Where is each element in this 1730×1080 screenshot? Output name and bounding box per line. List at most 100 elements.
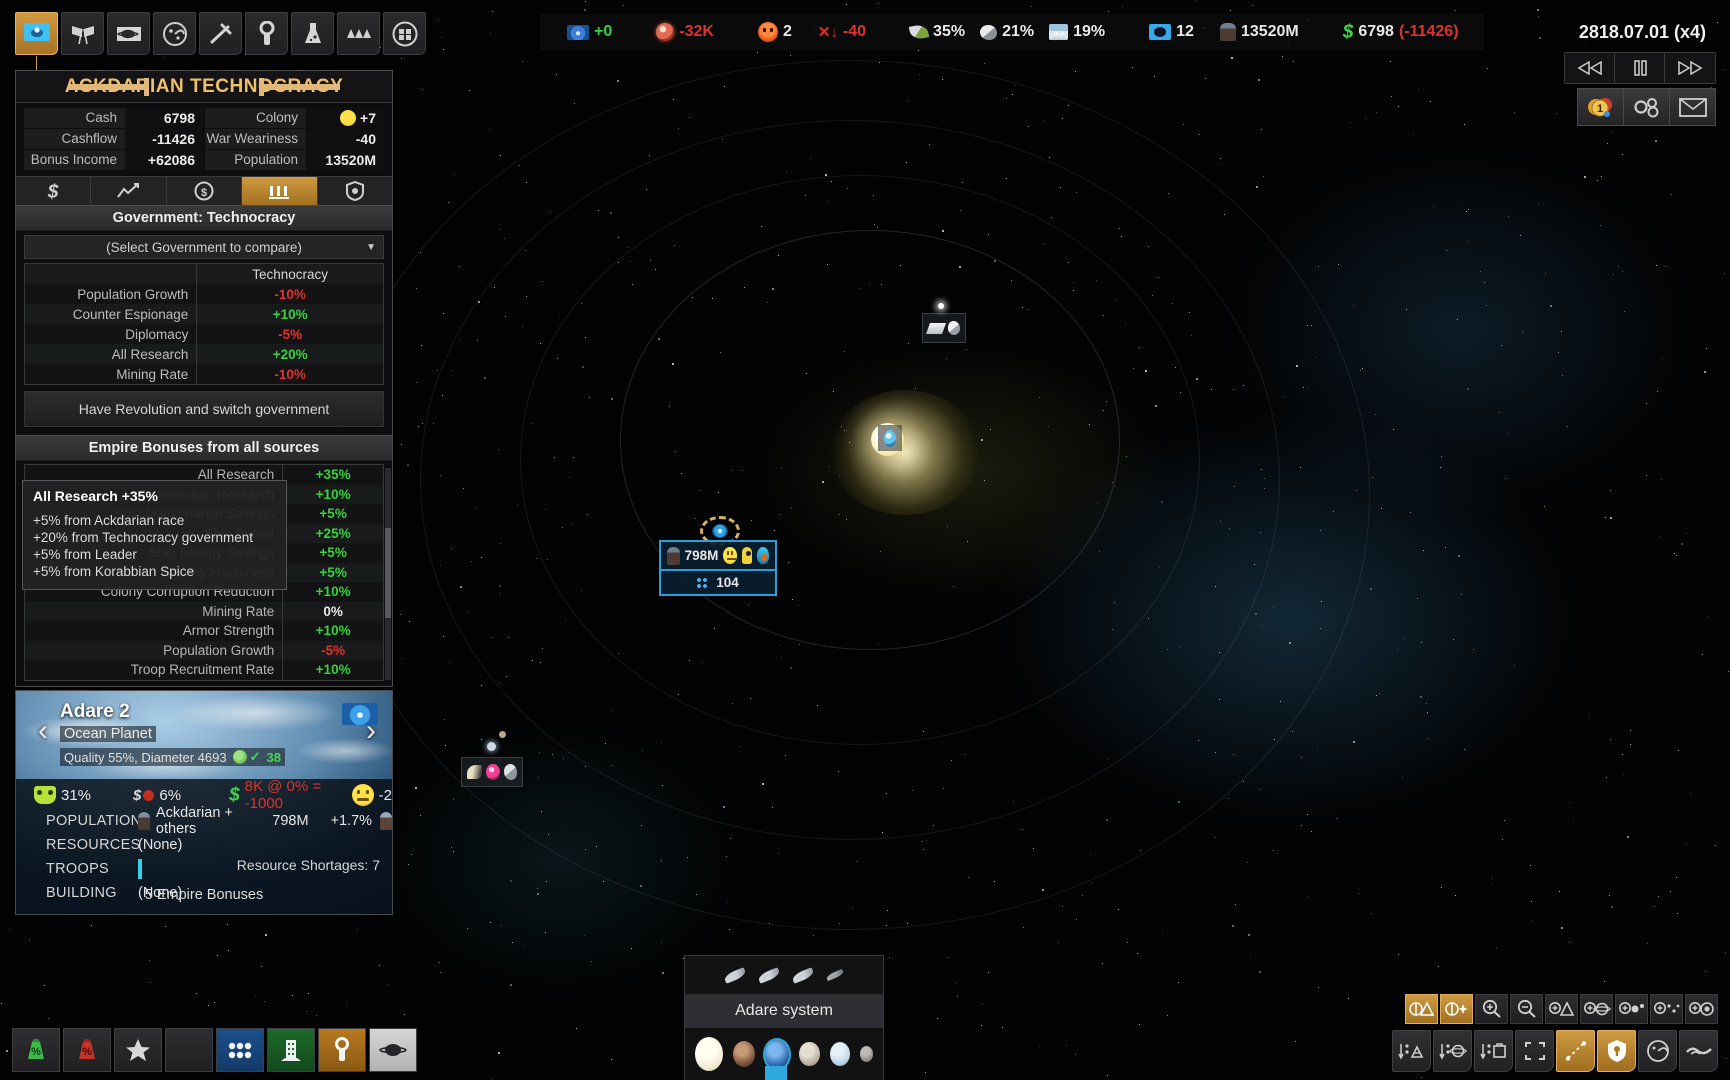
table-row: Population Growth -10% <box>25 284 383 304</box>
system-planet[interactable] <box>829 1042 850 1066</box>
select-frame-icon[interactable] <box>1515 1030 1554 1072</box>
sad-face-icon <box>351 784 374 806</box>
status-resource-luxury[interactable]: 19% <box>1047 23 1118 41</box>
status-colony-growth[interactable]: +0 <box>554 23 625 41</box>
star-favorites-icon[interactable] <box>114 1028 162 1072</box>
zoom-out-icon[interactable] <box>1510 994 1543 1024</box>
system-planet[interactable] <box>799 1042 820 1066</box>
table-row[interactable]: Troop Recruitment Rate +10% <box>25 660 383 680</box>
design-icon[interactable] <box>383 12 426 55</box>
pause-button[interactable] <box>1615 53 1665 83</box>
goto-cargo-icon[interactable] <box>1474 1030 1513 1072</box>
ship-small-icon[interactable] <box>825 968 845 982</box>
status-resource-rock[interactable]: 21% <box>978 23 1047 41</box>
status-population[interactable]: 13520M <box>1207 23 1312 41</box>
system-planet-selected[interactable] <box>763 1037 792 1071</box>
stat-bonus-income-label: Bonus Income <box>24 149 125 170</box>
stat-population-label: Population <box>205 149 306 170</box>
bonuses-scrollbar-thumb[interactable] <box>385 528 391 618</box>
population-dots-icon[interactable] <box>216 1028 264 1072</box>
table-row[interactable]: Mining Rate 0% <box>25 601 383 621</box>
zoom-system-icon[interactable] <box>1615 994 1648 1024</box>
slow-down-button[interactable] <box>1565 53 1615 83</box>
show-effects-icon[interactable] <box>1440 994 1473 1024</box>
tab-economy[interactable]: $ <box>16 177 92 205</box>
research-notification-icon[interactable]: 1 <box>1577 88 1624 126</box>
map-object-cluster[interactable] <box>461 757 523 787</box>
system-planet[interactable] <box>733 1041 756 1067</box>
ship-icon[interactable] <box>723 966 747 984</box>
goto-colony-icon[interactable] <box>1392 1030 1431 1072</box>
planet-thumbnail-badge[interactable] <box>342 703 378 725</box>
colony-growth-value: +0 <box>594 23 613 40</box>
rocky-planet-icon <box>503 764 517 780</box>
zoom-sector-icon[interactable] <box>1650 994 1683 1024</box>
radar-icon[interactable] <box>1638 1030 1677 1072</box>
status-colony-problems[interactable]: -32K <box>643 23 727 41</box>
expense-bag-icon[interactable]: % <box>63 1028 111 1072</box>
planet-view-icon[interactable] <box>369 1028 417 1072</box>
tooltip-line: +20% from Technocracy government <box>33 530 253 545</box>
map-object-gas-giant[interactable] <box>878 425 902 451</box>
messages-envelope-icon[interactable] <box>1669 88 1716 126</box>
status-colony-count[interactable]: 12 <box>1136 23 1207 41</box>
show-ranges-icon[interactable] <box>1405 994 1438 1024</box>
zoom-in-icon[interactable] <box>1475 994 1508 1024</box>
diplomacy-icon[interactable] <box>61 12 104 55</box>
blank-slot-icon[interactable] <box>165 1028 213 1072</box>
exploration-icon[interactable] <box>153 12 196 55</box>
colony-count-value: 12 <box>1176 23 1194 40</box>
tab-trade[interactable]: $ <box>166 177 243 205</box>
show-markers-icon[interactable] <box>1597 1030 1636 1072</box>
fleets-icon[interactable] <box>337 12 380 55</box>
status-resource-leaf[interactable]: 35% <box>897 23 978 41</box>
bonus-row-value: -5% <box>321 642 346 658</box>
previous-planet-button[interactable]: ‹ <box>30 711 56 751</box>
map-action-toolbar <box>1392 1030 1718 1072</box>
status-cash[interactable]: $ 6798 (-11426) <box>1330 23 1472 42</box>
zoom-range-icon[interactable] <box>1545 994 1578 1024</box>
resources-icon[interactable] <box>245 12 288 55</box>
resource-hook-icon[interactable] <box>318 1028 366 1072</box>
table-row[interactable]: Population Growth -5% <box>25 640 383 660</box>
income-bag-icon[interactable]: % <box>12 1028 60 1072</box>
buildings-icon[interactable] <box>267 1028 315 1072</box>
system-star[interactable] <box>695 1037 724 1071</box>
map-object-asteroids[interactable] <box>922 313 966 343</box>
ship-icon[interactable] <box>791 966 815 984</box>
goto-planet-icon[interactable] <box>1433 1030 1472 1072</box>
show-lines-icon[interactable] <box>1556 1030 1595 1072</box>
planet-population-row: POPULATION Ackdarian + others 798M +1.7% <box>16 805 392 837</box>
zoom-planet-icon[interactable] <box>1580 994 1613 1024</box>
rock-resource-icon <box>980 24 998 40</box>
ship-icon[interactable] <box>757 966 781 984</box>
war-x-down-icon: ✕↓ <box>817 24 838 41</box>
empire-subtabs: $ $ <box>16 176 393 205</box>
speed-up-button[interactable] <box>1665 53 1715 83</box>
construction-gears-icon[interactable] <box>1623 88 1670 126</box>
tooltip-line: +5% from Leader <box>33 547 137 562</box>
status-war-weariness[interactable]: ✕↓ -40 <box>805 23 879 41</box>
happiness-masks-icon <box>34 786 56 804</box>
diplomacy-hands-icon[interactable] <box>1679 1030 1718 1072</box>
bonus-row-value: +10% <box>315 623 351 639</box>
system-planet[interactable] <box>859 1046 873 1062</box>
mining-icon[interactable] <box>199 12 242 55</box>
government-compare-select[interactable]: (Select Government to compare) ▼ <box>24 235 384 259</box>
research-icon[interactable] <box>291 12 334 55</box>
tab-statistics[interactable] <box>91 177 167 205</box>
table-row[interactable]: Armor Strength +10% <box>25 621 383 641</box>
bonus-row-value: +5% <box>319 545 347 561</box>
tab-policy[interactable] <box>317 177 393 205</box>
zoom-galaxy-icon[interactable] <box>1685 994 1718 1024</box>
svg-text:%: % <box>82 1046 92 1058</box>
status-war-count[interactable]: 2 <box>745 22 805 42</box>
revolution-button[interactable]: Have Revolution and switch government <box>24 391 384 427</box>
colonies-icon[interactable] <box>107 12 150 55</box>
tab-government[interactable] <box>242 177 318 205</box>
bonuses-scrollbar[interactable] <box>385 468 391 680</box>
empire-icon[interactable] <box>15 12 58 55</box>
troops-indicator[interactable] <box>138 859 142 879</box>
leaf-resource-icon <box>908 23 930 41</box>
planet-empire-bonuses[interactable]: 5 Empire Bonuses <box>16 887 392 903</box>
